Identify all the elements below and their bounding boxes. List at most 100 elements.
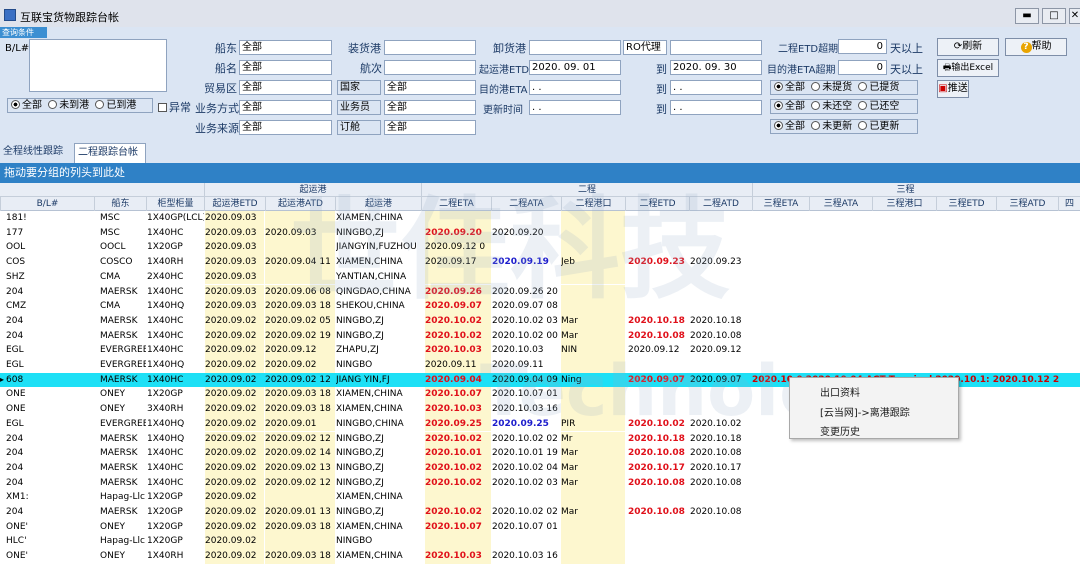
cell-ata2[interactable]: 2020.10.02 02 (492, 432, 560, 447)
cell-etd[interactable]: 2020.09.02 (205, 519, 264, 535)
cell-etd2[interactable]: 2020.10.08 (628, 329, 689, 344)
cell-bl[interactable]: CMZ (6, 299, 92, 314)
cell-etd[interactable]: 2020.09.03 (205, 225, 264, 241)
table-row[interactable]: CMZ CMA 1X40HQ 2020.09.03 2020.09.03 18 SHEKO… (0, 299, 1080, 314)
cell-bl[interactable]: 204 (6, 476, 92, 491)
radio-arrival-not[interactable]: 未到港 (48, 100, 89, 111)
eta-over-field[interactable]: 0 (838, 60, 887, 75)
cell-eta2[interactable]: 2020.09.11 (425, 358, 491, 373)
cell-eta2[interactable]: 2020.10.07 (425, 519, 491, 535)
cell-atd2[interactable]: 2020.09.23 (690, 255, 751, 270)
cell-etd2[interactable]: 2020.09.07 (628, 373, 689, 388)
radio-return-not[interactable]: 未还空 (811, 101, 852, 112)
cell-port2[interactable]: PIR (561, 416, 625, 432)
cell-bl[interactable]: ONE (6, 402, 92, 417)
cell-bl[interactable]: 204 (6, 505, 92, 520)
cell-port2[interactable] (561, 534, 625, 550)
cell-bl[interactable]: 204 (6, 329, 92, 344)
cell-etd[interactable]: 2020.09.02 (205, 534, 264, 550)
cell-ata2[interactable] (492, 240, 560, 255)
table-row[interactable]: ONE' ONEY 1X20GP 2020.09.02 2020.09.03 18 XIA… (0, 519, 1080, 535)
refresh-button[interactable]: ⟳刷新 (937, 38, 999, 56)
cell-bl[interactable]: OOL (6, 240, 92, 255)
cell-port2[interactable]: Ning (561, 373, 625, 388)
cell-ctype[interactable]: 1X20GP (147, 490, 204, 505)
cell-ctype[interactable]: 1X40HC (147, 314, 204, 329)
cell-owner[interactable]: MAERSK (100, 505, 146, 520)
radio-pickup-yes[interactable]: 已提货 (858, 82, 899, 93)
cell-ex[interactable] (752, 476, 1080, 491)
cell-ata2[interactable]: 2020.10.01 19 (492, 446, 560, 461)
cell-ctype[interactable]: 2X40HC (147, 270, 204, 285)
table-row[interactable]: 204 MAERSK 1X40HC 2020.09.02 2020.09.02 13 NI… (0, 460, 1080, 476)
cell-bl[interactable]: 177 (6, 226, 92, 241)
cell-atd2[interactable]: 2020.10.02 (690, 417, 751, 432)
cell-ex[interactable] (752, 534, 1080, 549)
cell-port2[interactable] (561, 519, 625, 535)
cell-owner[interactable]: Hapag-Llc (100, 534, 146, 549)
table-row[interactable]: 204 MAERSK 1X40HC 2020.09.02 2020.09.02 14 NI… (0, 446, 1080, 461)
table-row[interactable]: ONE' ONEY 1X40RH 2020.09.02 2020.09.03 18 XIA… (0, 549, 1080, 564)
cell-owner[interactable]: ONEY (100, 387, 146, 402)
cell-etd2[interactable]: 2020.10.08 (628, 476, 689, 491)
col-header-etd[interactable]: 起运港ETD (204, 197, 265, 211)
cell-pol[interactable]: ZHAPU,ZJ (336, 343, 421, 358)
cell-etd2[interactable] (628, 520, 689, 535)
radio-updated-all[interactable]: 全部 (774, 121, 805, 132)
cell-port2[interactable] (561, 490, 625, 505)
cell-atd2[interactable]: 2020.10.18 (690, 314, 751, 329)
cell-etd2[interactable]: 2020.10.08 (628, 446, 689, 461)
cell-etd[interactable]: 2020.09.03 (205, 240, 264, 256)
close-button[interactable]: ✕ (1069, 8, 1080, 24)
cell-pol[interactable]: JIANG YIN,FJ (336, 373, 421, 388)
cell-pol[interactable]: NINGBO,ZJ (336, 505, 421, 520)
eta-to-field[interactable]: . . (670, 80, 762, 95)
cell-eta2[interactable]: 2020.09.20 (425, 225, 491, 241)
cell-atd2[interactable] (690, 299, 751, 314)
cell-etd2[interactable]: 2020.09.12 (628, 343, 689, 358)
cell-bl[interactable]: HLC' (6, 534, 92, 549)
cell-eta2[interactable]: 2020.10.02 (425, 460, 491, 476)
cell-atd2[interactable] (690, 285, 751, 300)
cell-ctype[interactable]: 1X40RH (147, 255, 204, 270)
cell-eta2[interactable]: 2020.10.07 (425, 387, 491, 403)
cell-atd[interactable] (265, 490, 335, 505)
cell-ata2[interactable]: 2020.10.07 01 (492, 387, 560, 402)
cell-atd[interactable]: 2020.09.03 18 (265, 519, 335, 535)
cell-etd2[interactable] (628, 226, 689, 241)
trade-zone-field[interactable]: 全部 (239, 80, 332, 95)
cell-atd2[interactable]: 2020.10.08 (690, 476, 751, 491)
cell-port2[interactable] (561, 299, 625, 314)
updated-radio-group[interactable]: 全部 未更新 已更新 (770, 119, 918, 134)
cell-atd2[interactable] (690, 270, 751, 285)
cell-eta2[interactable]: 2020.09.26 (425, 284, 491, 300)
cell-owner[interactable]: MSC (100, 211, 146, 226)
cell-etd2[interactable]: 2020.10.18 (628, 314, 689, 329)
cell-etd2[interactable] (628, 402, 689, 417)
cell-port2[interactable]: NIN (561, 343, 625, 358)
cell-owner[interactable]: MAERSK (100, 329, 146, 344)
cell-ex[interactable] (752, 490, 1080, 505)
cell-ctype[interactable]: 1X20GP (147, 387, 204, 402)
table-row[interactable]: 204 MAERSK 1X40HC 2020.09.02 2020.09.02 05 NI… (0, 313, 1080, 329)
country-field[interactable]: 全部 (384, 80, 476, 95)
cell-pol[interactable]: NINGBO,ZJ (336, 476, 421, 491)
tab-second-leg[interactable]: 二程跟踪台帐 (74, 143, 146, 163)
cell-atd[interactable]: 2020.09.01 13 (265, 505, 335, 520)
cell-pol[interactable]: XIAMEN,CHINA (336, 387, 421, 402)
cell-etd2[interactable]: 2020.10.17 (628, 461, 689, 476)
cell-etd[interactable]: 2020.09.02 (205, 475, 264, 491)
cell-bl[interactable]: COS (6, 255, 92, 270)
cell-port2[interactable] (561, 402, 625, 417)
cell-ex[interactable] (752, 211, 1080, 226)
cell-port2[interactable]: Mr (561, 431, 625, 447)
biz-source-field[interactable]: 全部 (239, 120, 332, 135)
cell-port2[interactable]: Mar (561, 446, 625, 461)
return-radio-group[interactable]: 全部 未还空 已还空 (770, 99, 918, 114)
cell-ex[interactable] (752, 299, 1080, 314)
cell-etd2[interactable] (628, 358, 689, 373)
cell-ctype[interactable]: 1X40HC (147, 285, 204, 300)
cell-atd2[interactable] (690, 240, 751, 255)
cell-ata2[interactable]: 2020.10.07 01 (492, 520, 560, 535)
cell-ctype[interactable]: 1X40HQ (147, 358, 204, 373)
